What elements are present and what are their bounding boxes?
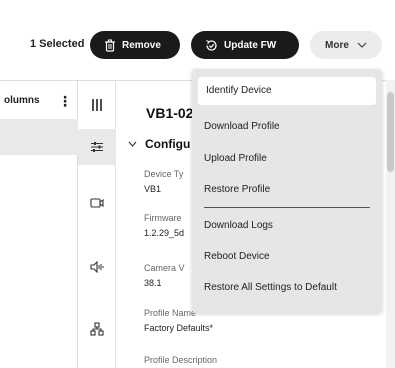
rail-item-network[interactable] (78, 311, 116, 347)
detail-icon-rail (78, 80, 116, 368)
more-label: More (325, 39, 349, 51)
section-title: Configu (145, 137, 191, 151)
menu-item-upload-profile[interactable]: Upload Profile (204, 153, 267, 164)
field-label-firmware: Firmware (144, 213, 182, 223)
columns-menu-icon[interactable]: ⋮ (58, 93, 72, 110)
sliders-icon (90, 140, 104, 154)
columns-icon (90, 98, 104, 112)
menu-item-reboot-device[interactable]: Reboot Device (204, 251, 270, 262)
field-value-camera-version: 38.1 (144, 278, 162, 288)
menu-item-restore-all-settings[interactable]: Restore All Settings to Default (204, 282, 337, 293)
update-fw-button[interactable]: Update FW (191, 31, 299, 59)
audio-icon (90, 261, 104, 273)
field-value-device-type: VB1 (144, 184, 162, 194)
remove-button[interactable]: Remove (90, 31, 180, 59)
chevron-down-icon (128, 141, 137, 147)
menu-divider (204, 207, 370, 208)
field-value-firmware: 1.2.29_5d (144, 228, 185, 238)
field-label-camera-version: Camera V (144, 263, 185, 273)
configuration-section-header[interactable]: Configu (128, 137, 190, 151)
network-icon (90, 322, 104, 336)
scrollbar-thumb[interactable] (387, 92, 394, 172)
rail-item-columns[interactable] (78, 87, 116, 123)
field-label-profile-name: Profile Name (144, 308, 197, 318)
rail-item-audio[interactable] (78, 249, 116, 285)
field-label-profile-description: Profile Description (144, 355, 218, 365)
refresh-check-icon (205, 39, 218, 52)
table-row-selected[interactable] (0, 119, 78, 155)
detail-scrollbar[interactable] (386, 80, 395, 368)
device-title: VB1-02 (146, 105, 194, 121)
field-label-device-type: Device Ty (144, 169, 184, 179)
more-button[interactable]: More (310, 31, 382, 59)
field-value-profile-name: Factory Defaults* (144, 323, 214, 333)
menu-item-download-profile[interactable]: Download Profile (204, 121, 280, 132)
rail-item-camera[interactable] (78, 185, 116, 221)
columns-label[interactable]: olumns (4, 95, 40, 106)
chevron-down-icon (357, 42, 367, 48)
trash-icon (104, 39, 116, 52)
menu-item-download-logs[interactable]: Download Logs (204, 220, 273, 231)
remove-label: Remove (122, 39, 161, 51)
camera-icon (90, 197, 104, 209)
rail-item-configuration[interactable] (78, 129, 116, 165)
toolbar: 1 Selected Remove Update FW More (0, 0, 395, 80)
menu-item-identify-device[interactable]: Identify Device (198, 77, 376, 105)
selected-count: 1 Selected (30, 38, 85, 50)
more-dropdown-menu: Identify Device Download Profile Upload … (192, 69, 382, 313)
device-list-panel: olumns ⋮ (0, 80, 78, 368)
menu-item-restore-profile[interactable]: Restore Profile (204, 184, 270, 195)
update-fw-label: Update FW (224, 39, 277, 51)
